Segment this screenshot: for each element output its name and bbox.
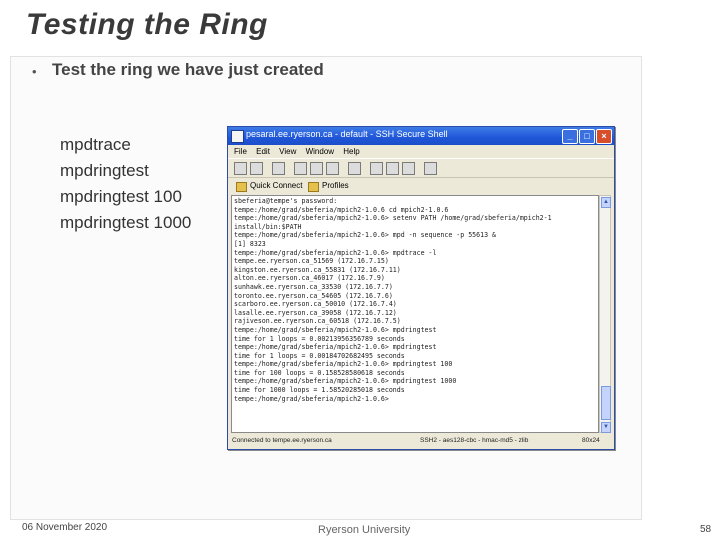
quick-connect-bar: Quick Connect Profiles [228,178,614,194]
page-number: 58 [700,524,712,535]
folder-icon [308,182,319,192]
terminal-line: alton.ee.ryerson.ca_46017 (172.16.7.9) [234,274,385,283]
terminal-line: tempe:/home/grad/sbeferia/mpich2-1.0.6> … [234,231,497,240]
bullet-text: Test the ring we have just created [52,60,324,79]
command-item: mpdtrace [60,135,131,154]
terminal-line: sunhawk.ee.ryerson.ca_33530 (172.16.7.7) [234,282,393,291]
print-icon[interactable] [250,162,263,175]
terminal-line: tempe:/home/grad/sbeferia/mpich2-1.0.6> … [234,343,437,352]
terminal-line: time for 1 loops = 0.00213956356789 seco… [234,334,405,343]
help-icon[interactable] [424,162,437,175]
status-bar: Connected to tempe.ee.ryerson.ca SSH2 - … [230,435,610,447]
terminal-line: [1] 8323 [234,239,266,248]
terminal-line: tempe:/home/grad/sbeferia/mpich2-1.0.6> … [234,248,437,257]
terminal-line: install/bin:$PATH [234,222,302,231]
footer-date: 06 November 2020 [22,522,108,533]
terminal-line: tempe:/home/grad/sbeferia/mpich2-1.0.6> … [234,325,437,334]
terminal-line: tempe:/home/grad/sbeferia/mpich2-1.0.6> … [234,360,453,369]
toolbar [228,158,614,178]
terminal-line: time for 1 loops = 0.00184702682495 seco… [234,351,405,360]
command-list: mpdtrace mpdringtest mpdringtest 100 mpd… [60,132,191,236]
terminal-output[interactable]: sbeferia@tempe's password: tempe:/home/gr… [231,195,599,433]
vertical-scrollbar[interactable]: ▲ ▼ [599,195,611,433]
ssh-window: pesaral.ee.ryerson.ca - default - SSH Se… [227,126,615,450]
menu-edit[interactable]: Edit [256,147,270,156]
profiles-button[interactable]: Profiles [322,178,349,194]
terminal-line: tempe:/home/grad/sbeferia/mpich2-1.0.6> … [234,214,552,223]
quick-connect-icon [236,182,247,192]
scroll-up-arrow-icon[interactable]: ▲ [601,197,611,208]
command-item: mpdringtest [60,161,149,180]
scroll-down-arrow-icon[interactable]: ▼ [601,422,611,433]
terminal-line: tempe:/home/grad/sbeferia/mpich2-1.0.6> … [234,377,457,386]
cut-icon[interactable] [294,162,307,175]
close-button[interactable]: × [596,129,612,144]
terminal-line: sbeferia@tempe's password: [234,197,338,205]
menu-file[interactable]: File [234,147,247,156]
terminal-line: tempe:/home/grad/sbeferia/mpich2-1.0.6 c… [234,205,449,214]
menu-help[interactable]: Help [343,147,359,156]
paste-icon[interactable] [326,162,339,175]
command-item: mpdringtest 100 [60,187,182,206]
binoculars-icon[interactable] [348,162,361,175]
terminal-line: time for 100 loops = 0.158528580618 seco… [234,368,405,377]
status-ssh: SSH2 - aes128-cbc - hmac-md5 - zlib [420,437,529,444]
command-item: mpdringtest 1000 [60,213,192,232]
menu-window[interactable]: Window [306,147,334,156]
terminal-line: kingston.ee.ryerson.ca_55831 (172.16.7.1… [234,265,401,274]
footer-institution: Ryerson University [318,524,411,536]
find-icon[interactable] [272,162,285,175]
copy-icon[interactable] [310,162,323,175]
terminal-line: tempe:/home/grad/sbeferia/mpich2-1.0.6> [234,394,389,403]
new-terminal-icon[interactable] [370,162,383,175]
file-transfer-icon[interactable] [386,162,399,175]
bullet-marker: • [32,64,37,79]
status-connection: Connected to tempe.ee.ryerson.ca [232,437,332,444]
terminal-line: rajiveson.ee.ryerson.ca_60518 (172.16.7.… [234,317,401,326]
terminal-line: tempe.ee.ryerson.ca_51569 (172.16.7.15) [234,257,389,266]
maximize-button[interactable]: □ [579,129,595,144]
quick-connect-button[interactable]: Quick Connect [250,178,302,194]
status-size: 80x24 [582,437,600,444]
app-icon [231,130,244,143]
window-titlebar[interactable]: pesaral.ee.ryerson.ca - default - SSH Se… [228,127,614,145]
save-icon[interactable] [234,162,247,175]
window-title: pesaral.ee.ryerson.ca - default - SSH Se… [246,129,448,139]
settings-icon[interactable] [402,162,415,175]
minimize-button[interactable]: _ [562,129,578,144]
scroll-thumb[interactable] [601,386,611,420]
menu-bar: File Edit View Window Help [228,145,614,158]
terminal-line: lasalle.ee.ryerson.ca_39058 (172.16.7.12… [234,308,397,317]
slide-title: Testing the Ring [26,8,268,41]
terminal-line: time for 1000 loops = 1.58520285018 seco… [234,386,405,395]
terminal-line: toronto.ee.ryerson.ca_54605 (172.16.7.6) [234,291,393,300]
terminal-line: scarboro.ee.ryerson.ca_50010 (172.16.7.4… [234,300,397,309]
menu-view[interactable]: View [279,147,296,156]
